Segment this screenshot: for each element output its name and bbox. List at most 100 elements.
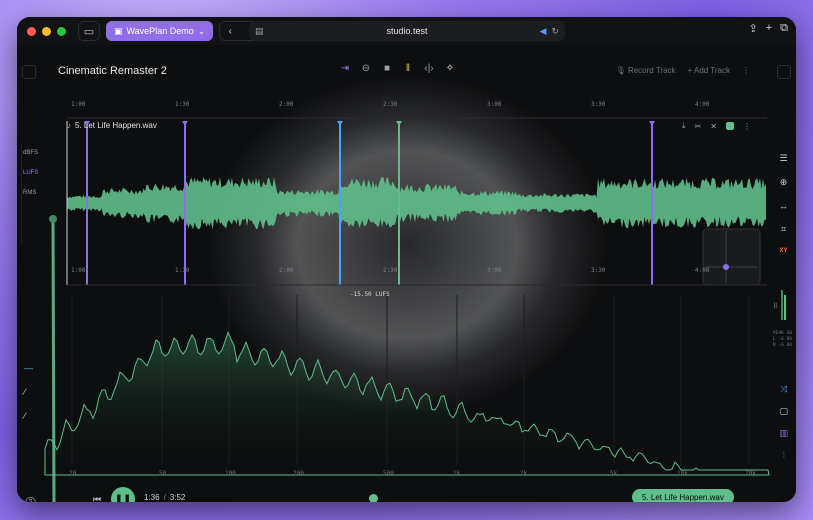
freq-label: 1k	[453, 470, 461, 477]
current-time: 1:36	[144, 493, 160, 502]
music-note-icon: ♪	[67, 121, 71, 130]
scale-lufs[interactable]: LUFS	[23, 170, 38, 176]
focus-icon[interactable]: ⌗	[781, 224, 786, 235]
ruler-top-label: 2:00	[279, 101, 294, 108]
scrub-handle[interactable]	[369, 494, 378, 502]
record-track-label: Record Track	[627, 66, 676, 75]
mixer-icon[interactable]: ⫶	[783, 450, 785, 461]
marker-handle	[649, 121, 655, 126]
xy-pad[interactable]	[702, 228, 761, 286]
zoom-tool-icon[interactable]: ⊖	[360, 62, 372, 74]
track-file-label: ♪ 5. Let Life Happen.wav	[67, 121, 157, 130]
left-panel-toggle-icon[interactable]	[22, 65, 36, 79]
browser-window: ▭ ▣ WavePlan Demo ⌄ ‹ › ▤ studio.test ◀︎…	[17, 17, 796, 502]
browser-toolbar: ▭ ▣ WavePlan Demo ⌄ ‹ › ▤ studio.test ◀︎…	[17, 17, 796, 45]
line-curve-icon[interactable]: ⁄	[24, 411, 33, 421]
ruler-bottom-label: 2:30	[383, 267, 398, 274]
studio-app: Cinematic Remaster 2 ⇥ ⊖ ■ ‖ ‹|› ✧ 🎙 Rec…	[17, 45, 796, 502]
scale-dbfs[interactable]: dBFS	[23, 150, 38, 156]
magic-tool-icon[interactable]: ✧	[444, 62, 456, 74]
download-icon[interactable]: ⤓	[682, 121, 686, 131]
lufs-readout: -15.50 LUFS	[350, 291, 390, 298]
freq-label: 50	[159, 470, 167, 477]
color-swatch[interactable]	[726, 122, 734, 130]
window-controls	[27, 26, 66, 36]
scissors-icon[interactable]: ✂	[695, 122, 702, 131]
workspace-icon: ▣	[114, 25, 123, 36]
editor-toolbar: ⇥ ⊖ ■ ‖ ‹|› ✧	[339, 62, 456, 74]
more-icon[interactable]: ⋮	[742, 66, 750, 75]
right-tool-column: ☰ ⊕ ↔ ⌗ XY	[779, 153, 788, 254]
ruler-top-label: 3:00	[487, 101, 502, 108]
ruler-bottom-label: 4:00	[695, 267, 710, 274]
loop-icon[interactable]: ⊕	[780, 177, 788, 188]
scale-rms[interactable]: RMS	[23, 190, 38, 196]
marker-handle	[182, 121, 188, 126]
page-settings-icon[interactable]: ▤	[255, 26, 264, 37]
back-icon[interactable]: ‹	[220, 22, 240, 40]
ruler-bottom-label: 1:30	[175, 267, 190, 274]
zoom-window-button[interactable]	[57, 26, 66, 36]
ruler-top-label: 4:00	[695, 101, 710, 108]
share-icon[interactable]: ⇪	[748, 22, 757, 35]
ruler-bottom-label: 3:30	[591, 267, 606, 274]
ruler-top-label: 1:30	[175, 101, 190, 108]
slope-curve-icon[interactable]: ⁄	[24, 387, 33, 397]
freq-label: 200	[293, 470, 304, 477]
split-tool-icon[interactable]: ‹|›	[423, 62, 435, 74]
align-icon[interactable]: ☰	[779, 153, 787, 164]
stop-tool-icon[interactable]: ■	[381, 62, 393, 74]
workspace-selector[interactable]: ▣ WavePlan Demo ⌄	[106, 21, 214, 41]
meter-readout: PEAK SB L -6.80 R -6.80	[773, 331, 792, 349]
now-playing-pill[interactable]: 5. Let Life Happen.wav	[632, 489, 734, 502]
right-panel-toggle-icon[interactable]	[777, 65, 791, 79]
record-track-button[interactable]: 🎙 Record Track	[616, 66, 676, 75]
time-separator: /	[163, 493, 166, 502]
chevron-down-icon: ⌄	[197, 25, 206, 36]
add-track-label: Add Track	[693, 66, 730, 75]
comment-icon[interactable]: ▢	[779, 406, 788, 417]
add-track-button[interactable]: + Add Track	[688, 66, 730, 75]
new-tab-icon[interactable]: +	[766, 22, 772, 35]
total-time: 3:52	[169, 493, 186, 502]
scale-selector: dBFS LUFS RMS	[23, 150, 38, 196]
ruler-bottom-label: 2:00	[279, 267, 294, 274]
waveform-tools: ⤓ ✂ ✕ ⋮	[682, 121, 751, 131]
minimize-window-button[interactable]	[42, 26, 51, 36]
ruler-bottom-label: 3:00	[487, 267, 502, 274]
previous-icon[interactable]: ⏮	[93, 494, 101, 502]
freq-label: 10k	[677, 470, 688, 477]
tab-overview-icon[interactable]: ⧉	[780, 22, 788, 35]
ruler-top-label: 3:30	[591, 101, 606, 108]
help-icon[interactable]: ?	[25, 497, 36, 502]
freq-label: 2k	[520, 470, 528, 477]
flat-curve-icon[interactable]: —	[24, 363, 33, 373]
select-tool-icon[interactable]: ⇥	[339, 62, 351, 74]
lower-right-tools: ⤨ ▢ ▥ ⫶	[779, 384, 788, 461]
ruler-bottom-label: 1:00	[71, 267, 86, 274]
workspace-label: WavePlan Demo	[126, 26, 194, 36]
speaker-icon[interactable]: ◀︎	[540, 26, 547, 37]
url-text: studio.test	[386, 26, 428, 36]
playback-time: 1:36/3:52	[144, 493, 185, 502]
more-icon[interactable]: ⋮	[743, 122, 751, 131]
close-window-button[interactable]	[27, 26, 36, 36]
pause-icon[interactable]: ||	[774, 303, 777, 309]
reload-icon[interactable]: ↻	[551, 26, 559, 37]
ruler-top-label: 2:30	[383, 101, 398, 108]
shuffle-icon[interactable]: ⤨	[780, 384, 787, 395]
xy-button[interactable]: XY	[779, 248, 787, 254]
sidebar-toggle-icon[interactable]: ▭	[78, 21, 100, 41]
stretch-icon[interactable]: ↔	[779, 201, 788, 211]
freq-label: 5k	[610, 470, 618, 477]
bars-tool-icon[interactable]: ‖	[402, 62, 414, 74]
project-title: Cinematic Remaster 2	[58, 65, 167, 77]
meter-text: R -6.80	[773, 343, 792, 348]
ruler-top-label: 1:00	[71, 101, 86, 108]
header-actions: 🎙 Record Track + Add Track ⋮	[616, 66, 750, 75]
address-bar[interactable]: ▤ studio.test ◀︎ ↻	[249, 21, 565, 41]
editor-canvas	[44, 75, 786, 502]
spectrum-icon[interactable]: ▥	[779, 428, 788, 439]
close-icon[interactable]: ✕	[710, 122, 717, 131]
track-file-name: 5. Let Life Happen.wav	[75, 121, 157, 130]
